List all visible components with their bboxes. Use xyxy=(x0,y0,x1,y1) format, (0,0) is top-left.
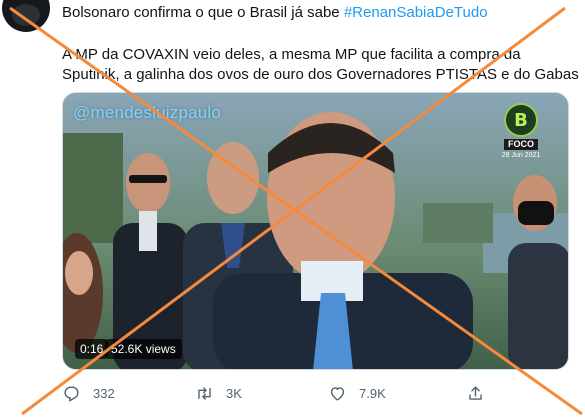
tweet-text: Bolsonaro confirma o que o Brasil já sab… xyxy=(62,4,344,21)
like-icon xyxy=(330,386,345,401)
tweet-text-line-3: Sputinik, a galinha dos ovos de ouro dos… xyxy=(62,66,579,83)
video-watermark: @mendesluizpaulo xyxy=(73,103,222,122)
hashtag-link[interactable]: #RenanSabiaDeTudo xyxy=(344,4,488,21)
tweet-text-line-1: Bolsonaro confirma o que o Brasil já sab… xyxy=(62,3,488,23)
like-count: 7.9K xyxy=(359,385,386,401)
share-icon xyxy=(469,385,482,400)
like-button[interactable]: 7.9K xyxy=(328,383,386,403)
retweet-button[interactable]: 3K xyxy=(195,383,242,403)
elapsed-time-badge: 0:16 xyxy=(75,339,109,359)
avatar[interactable] xyxy=(2,0,50,32)
tweet-text-line-2: A MP da COVAXIN veio deles, a mesma MP q… xyxy=(62,46,521,63)
reply-button[interactable]: 332 xyxy=(62,383,115,403)
view-count-badge: 52.6K views xyxy=(105,339,182,359)
tweet-actions: 332 3K 7.9K xyxy=(62,383,569,403)
video-player[interactable]: @mendesluizpaulo B FOCO 28 Jun 2021 0:16… xyxy=(62,92,569,370)
channel-logo: B xyxy=(504,103,538,137)
video-frame xyxy=(63,93,568,369)
retweet-count: 3K xyxy=(226,385,242,401)
reply-icon xyxy=(64,385,79,402)
channel-date: 28 Jun 2021 xyxy=(501,152,541,159)
reply-count: 332 xyxy=(93,385,115,401)
channel-logo-letter: B xyxy=(514,109,528,131)
channel-name: FOCO xyxy=(504,139,538,150)
share-button[interactable] xyxy=(466,383,497,403)
retweet-icon xyxy=(198,386,211,400)
